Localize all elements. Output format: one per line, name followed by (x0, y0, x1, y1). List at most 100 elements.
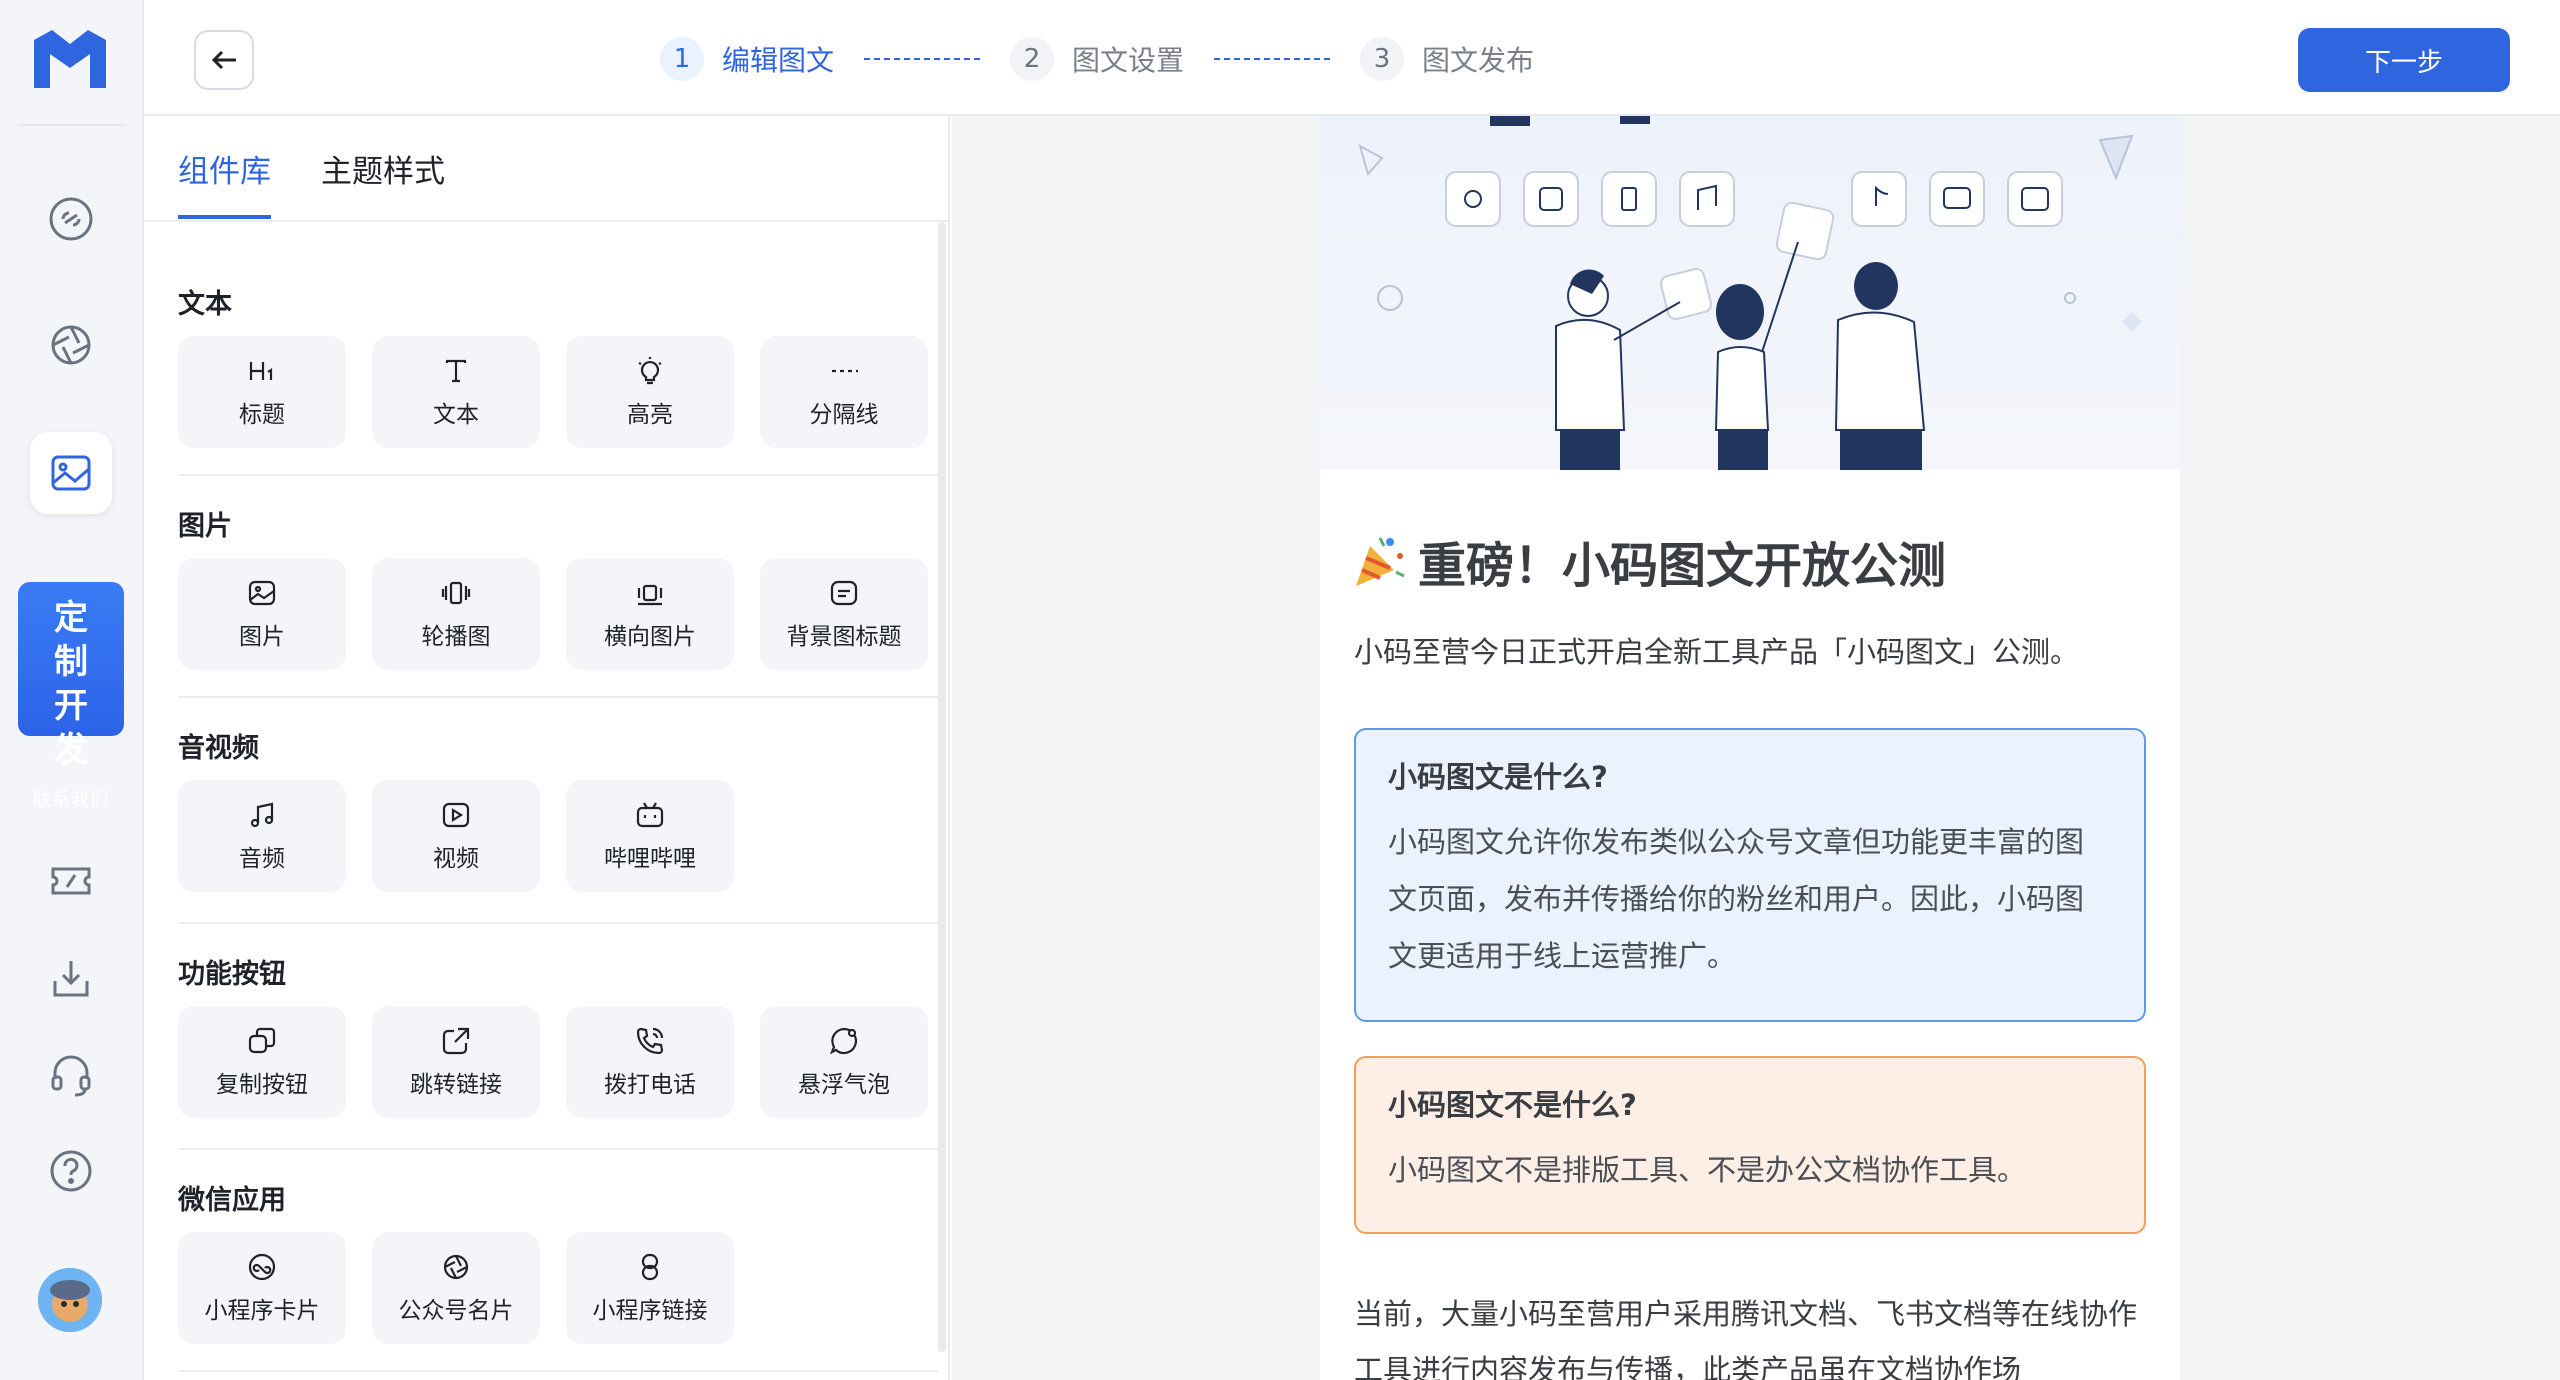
component-heading[interactable]: 标题 (178, 336, 346, 448)
info-callout[interactable]: 小码图文是什么? 小码图文允许你发布类似公众号文章但功能更丰富的图文页面，发布并… (1354, 728, 2146, 1022)
rail-divider (18, 124, 126, 126)
component-carousel[interactable]: 轮播图 (372, 558, 540, 670)
component-label: 公众号名片 (398, 1298, 514, 1324)
link-icon[interactable] (36, 184, 106, 254)
step-indicator: 1 编辑图文 2 图文设置 3 图文发布 (660, 36, 1534, 82)
tab-components[interactable]: 组件库 (178, 146, 271, 219)
section-audio-video: 音视频 音频 视频 哔哩哔哩 (178, 726, 760, 892)
image-text-icon[interactable] (30, 432, 112, 514)
component-label: 高亮 (627, 402, 673, 428)
bilibili-icon (636, 802, 664, 828)
step-edit[interactable]: 1 编辑图文 (660, 37, 834, 81)
section-title: 微信应用 (178, 1185, 286, 1216)
download-inbox-icon[interactable] (36, 944, 106, 1014)
component-copy-button[interactable]: 复制按钮 (178, 1006, 346, 1118)
step-connector (1214, 58, 1331, 60)
section-image: 图片 图片 轮播图 横向图片 背景图标题 (178, 504, 948, 670)
section-title: 功能按钮 (178, 959, 286, 990)
component-label: 视频 (433, 846, 479, 872)
article-paragraph[interactable]: 当前，大量小码至营用户采用腾讯文档、飞书文档等在线协作工具进行内容发布与传播，此… (1354, 1286, 2154, 1380)
user-avatar[interactable] (38, 1268, 102, 1332)
section-divider (178, 696, 938, 698)
contact-us-label: 联系我们 (33, 790, 109, 811)
lightbulb-icon (638, 357, 662, 385)
external-link-icon (442, 1027, 470, 1055)
component-label: 文本 (433, 402, 479, 428)
component-label: 小程序链接 (592, 1298, 708, 1324)
component-label: 背景图标题 (786, 624, 902, 650)
section-title: 文本 (178, 289, 232, 320)
component-label: 小程序卡片 (204, 1298, 320, 1324)
article-preview[interactable]: 重磅！小码图文开放公测 小码至营今日正式开启全新工具产品「小码图文」公测。 小码… (1320, 116, 2180, 1380)
component-label: 横向图片 (604, 624, 696, 650)
section-function-buttons: 功能按钮 复制按钮 跳转链接 拨打电话 悬浮气泡 (178, 952, 948, 1118)
tab-theme-style[interactable]: 主题样式 (321, 146, 445, 219)
section-title: 图片 (178, 511, 232, 542)
custom-dev-line2: 开发 (54, 686, 102, 770)
step-publish[interactable]: 3 图文发布 (1360, 37, 1534, 81)
next-step-button[interactable]: 下一步 (2298, 28, 2510, 92)
copy-icon (248, 1027, 276, 1054)
section-text: 文本 标题 文本 高亮 分隔线 (178, 282, 948, 448)
left-rail: 定制 开发 联系我们 (0, 0, 144, 1380)
component-bilibili[interactable]: 哔哩哔哩 (566, 780, 734, 892)
component-image[interactable]: 图片 (178, 558, 346, 670)
hero-people-illustration (1358, 116, 2142, 470)
component-official-account-card[interactable]: 公众号名片 (372, 1232, 540, 1344)
component-label: 拨打电话 (604, 1072, 696, 1098)
component-panel: 组件库 主题样式 文本 标题 文本 高亮 分隔线 图片 图片 轮播图 横向图片 … (144, 116, 950, 1380)
callout-body: 小码图文不是排版工具、不是办公文档协作工具。 (1388, 1153, 2027, 1187)
component-label: 悬浮气泡 (798, 1072, 890, 1098)
component-label: 复制按钮 (216, 1072, 308, 1098)
text-icon (445, 359, 467, 383)
warning-callout[interactable]: 小码图文不是什么? 小码图文不是排版工具、不是办公文档协作工具。 (1354, 1056, 2146, 1234)
component-floating-bubble[interactable]: 悬浮气泡 (760, 1006, 928, 1118)
step-number: 3 (1360, 37, 1405, 81)
headset-icon[interactable] (36, 1040, 106, 1110)
component-audio[interactable]: 音频 (178, 780, 346, 892)
callout-title: 小码图文不是什么? (1388, 1088, 1637, 1122)
editor-canvas: 重磅！小码图文开放公测 小码至营今日正式开启全新工具产品「小码图文」公测。 小码… (952, 116, 2560, 1380)
component-phone-call[interactable]: 拨打电话 (566, 1006, 734, 1118)
component-label: 哔哩哔哩 (604, 846, 696, 872)
step-label: 编辑图文 (722, 44, 835, 77)
component-horizontal-image[interactable]: 横向图片 (566, 558, 734, 670)
headline-text: 重磅！小码图文开放公测 (1418, 538, 1947, 594)
callout-title: 小码图文是什么? (1388, 760, 1608, 794)
component-miniprogram-card[interactable]: 小程序卡片 (178, 1232, 346, 1344)
component-video[interactable]: 视频 (372, 780, 540, 892)
component-text[interactable]: 文本 (372, 336, 540, 448)
step-number: 1 (660, 37, 704, 81)
tabs-divider (144, 220, 948, 222)
step-settings[interactable]: 2 图文设置 (1010, 37, 1184, 81)
coupon-icon[interactable] (36, 846, 106, 916)
component-label: 标题 (239, 402, 285, 428)
chain-link-icon (641, 1253, 659, 1281)
component-jump-link[interactable]: 跳转链接 (372, 1006, 540, 1118)
section-divider (178, 1370, 938, 1372)
custom-dev-line1: 定制 (54, 598, 102, 682)
help-icon[interactable] (36, 1136, 106, 1206)
phone-icon (636, 1027, 664, 1055)
article-headline[interactable]: 重磅！小码图文开放公测 (1350, 526, 1946, 596)
heading-icon (249, 362, 273, 380)
back-button[interactable] (194, 30, 254, 90)
music-icon (250, 802, 274, 828)
panel-tabs: 组件库 主题样式 (178, 146, 495, 219)
component-label: 图片 (239, 624, 285, 650)
component-background-title[interactable]: 背景图标题 (760, 558, 928, 670)
brand-logo[interactable] (28, 26, 112, 92)
component-miniprogram-link[interactable]: 小程序链接 (566, 1232, 734, 1344)
hero-illustration (1320, 116, 2180, 470)
top-bar: 1 编辑图文 2 图文设置 3 图文发布 下一步 (144, 0, 2560, 116)
callout-body: 小码图文允许你发布类似公众号文章但功能更丰富的图文页面，发布并传播给你的粉丝和用… (1388, 825, 2085, 973)
component-divider[interactable]: 分隔线 (760, 336, 928, 448)
custom-dev-banner[interactable]: 定制 开发 联系我们 (18, 582, 124, 811)
aperture-icon[interactable] (36, 310, 106, 380)
section-divider (178, 474, 938, 476)
article-intro[interactable]: 小码至营今日正式开启全新工具产品「小码图文」公测。 (1354, 624, 2154, 680)
carousel-icon (441, 581, 471, 605)
component-highlight[interactable]: 高亮 (566, 336, 734, 448)
section-title: 音视频 (178, 733, 259, 764)
horizontal-image-icon (637, 584, 663, 606)
